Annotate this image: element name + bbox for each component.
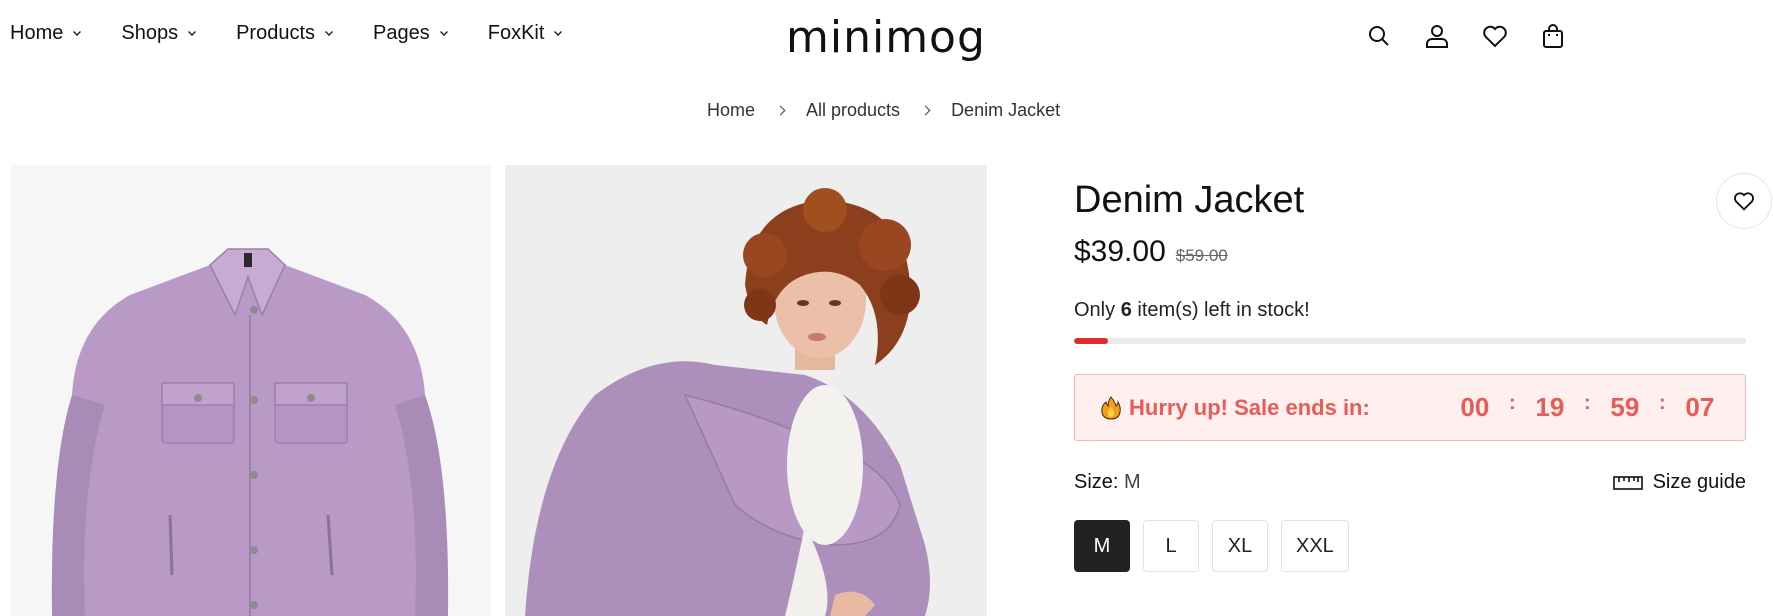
countdown-separator: : xyxy=(1583,392,1591,414)
add-to-wishlist-button[interactable] xyxy=(1716,173,1772,229)
size-option-xxl[interactable]: XXL xyxy=(1281,520,1349,572)
ruler-icon xyxy=(1612,475,1643,490)
stock-message: Only 6 item(s) left in stock! xyxy=(1074,299,1746,322)
countdown-message: Hurry up! Sale ends in: xyxy=(1129,394,1370,420)
countdown-separator: : xyxy=(1508,392,1516,414)
product-title: Denim Jacket xyxy=(1074,179,1305,221)
countdown-seconds: 07 xyxy=(1685,392,1715,422)
nav-item-label: Home xyxy=(10,22,64,44)
main-nav: Home Shops Products Pages FoxKit xyxy=(10,22,602,45)
chevron-right-icon xyxy=(920,105,931,116)
breadcrumb-all-products[interactable]: All products xyxy=(806,100,900,121)
fire-icon xyxy=(1101,395,1121,420)
breadcrumb-home[interactable]: Home xyxy=(707,100,755,121)
selected-size: M xyxy=(1124,471,1141,493)
size-option-xl[interactable]: XL xyxy=(1212,520,1268,572)
breadcrumb: Home All products Denim Jacket xyxy=(707,100,1060,121)
stock-progress-bar xyxy=(1074,338,1746,344)
wishlist-icon[interactable] xyxy=(1481,22,1509,50)
product-info: Denim Jacket $39.00 $59.00 Only 6 item(s… xyxy=(1074,165,1772,572)
countdown-hours: 19 xyxy=(1535,392,1565,422)
stock-suffix: item(s) left in stock! xyxy=(1137,299,1310,321)
size-label-text: Size: xyxy=(1074,471,1119,493)
heart-icon xyxy=(1734,192,1754,211)
nav-item-foxkit[interactable]: FoxKit xyxy=(488,22,563,45)
size-header: Size: M Size guide xyxy=(1074,471,1746,494)
nav-item-label: Products xyxy=(236,22,316,44)
jacket-flatlay-image xyxy=(51,248,449,616)
chevron-down-icon xyxy=(554,28,563,36)
size-guide-link[interactable]: Size guide xyxy=(1612,471,1746,494)
size-option-m[interactable]: M xyxy=(1074,520,1130,572)
breadcrumb-current: Denim Jacket xyxy=(951,100,1061,120)
nav-item-products[interactable]: Products xyxy=(236,22,333,45)
countdown-timer: 00 : 19 : 59 : 07 xyxy=(1454,392,1721,423)
nav-item-label: Pages xyxy=(373,22,430,44)
chevron-down-icon xyxy=(439,28,448,36)
nav-item-label: FoxKit xyxy=(487,22,545,44)
countdown-separator: : xyxy=(1658,392,1666,414)
cart-icon[interactable] xyxy=(1539,22,1567,50)
size-options: M L XL XXL xyxy=(1074,520,1746,572)
countdown-minutes: 59 xyxy=(1610,392,1640,422)
stock-prefix: Only xyxy=(1074,299,1116,321)
header-actions xyxy=(1365,22,1567,50)
size-label: Size: M xyxy=(1074,471,1141,494)
chevron-down-icon xyxy=(325,28,333,36)
nav-item-pages[interactable]: Pages xyxy=(373,22,448,45)
site-logo[interactable]: minimog xyxy=(786,10,986,66)
product-image-1[interactable] xyxy=(10,165,491,616)
size-guide-label: Size guide xyxy=(1652,471,1746,493)
countdown-days: 00 xyxy=(1460,392,1490,422)
sale-price: $39.00 xyxy=(1074,235,1166,268)
stock-count: 6 xyxy=(1120,299,1132,321)
chevron-right-icon xyxy=(775,105,786,116)
product-image-2[interactable] xyxy=(505,165,987,616)
search-icon[interactable] xyxy=(1365,22,1393,50)
compare-at-price: $59.00 xyxy=(1175,246,1228,265)
sale-countdown: Hurry up! Sale ends in: 00 : 19 : 59 : 0… xyxy=(1074,374,1746,441)
size-option-l[interactable]: L xyxy=(1143,520,1199,572)
nav-item-label: Shops xyxy=(121,22,179,44)
model-wearing-jacket-image xyxy=(525,188,930,616)
price-block: $39.00 $59.00 xyxy=(1074,235,1746,269)
chevron-down-icon xyxy=(73,28,82,36)
stock-progress-fill xyxy=(1074,338,1108,344)
nav-item-home[interactable]: Home xyxy=(10,22,82,45)
account-icon[interactable] xyxy=(1423,22,1451,50)
chevron-down-icon xyxy=(188,28,197,36)
nav-item-shops[interactable]: Shops xyxy=(121,22,197,45)
